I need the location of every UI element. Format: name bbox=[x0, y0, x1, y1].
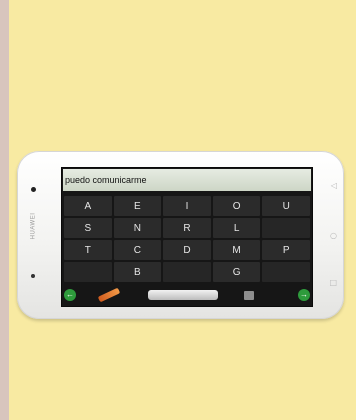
key-s[interactable]: S bbox=[64, 218, 112, 238]
forward-arrow-icon[interactable]: → bbox=[298, 289, 310, 301]
key-o[interactable]: O bbox=[212, 196, 261, 216]
save-icon[interactable] bbox=[244, 290, 254, 300]
proximity-sensor bbox=[31, 274, 35, 278]
key-empty[interactable] bbox=[64, 262, 112, 282]
phone-screen: puedo comunicarme A E I O U S N R L T C … bbox=[61, 167, 313, 307]
key-empty[interactable] bbox=[163, 262, 211, 282]
key-m[interactable]: M bbox=[212, 240, 261, 260]
key-b[interactable]: B bbox=[113, 262, 162, 282]
left-border-strip bbox=[0, 0, 9, 420]
key-r[interactable]: R bbox=[163, 218, 211, 238]
back-arrow-icon[interactable]: ← bbox=[64, 289, 76, 301]
key-d[interactable]: D bbox=[163, 240, 211, 260]
key-n[interactable]: N bbox=[113, 218, 162, 238]
phone-device: HUAWEI ◁ ○ □ puedo comunicarme A E I O U… bbox=[17, 151, 344, 319]
bottom-toolbar: ← → bbox=[64, 286, 310, 304]
letter-keyboard: A E I O U S N R L T C D M P B G bbox=[64, 196, 310, 282]
pencil-icon[interactable] bbox=[97, 287, 121, 303]
home-nav-icon[interactable]: ○ bbox=[330, 231, 337, 240]
key-i[interactable]: I bbox=[163, 196, 211, 216]
space-bar-button[interactable] bbox=[148, 290, 218, 300]
front-camera bbox=[31, 187, 36, 192]
key-t[interactable]: T bbox=[64, 240, 112, 260]
key-c[interactable]: C bbox=[113, 240, 162, 260]
key-p[interactable]: P bbox=[262, 240, 310, 260]
brand-logo: HUAWEI bbox=[30, 212, 37, 240]
key-g[interactable]: G bbox=[212, 262, 261, 282]
message-text-field[interactable]: puedo comunicarme bbox=[63, 169, 311, 191]
recents-nav-icon[interactable]: □ bbox=[329, 278, 337, 287]
key-e[interactable]: E bbox=[113, 196, 162, 216]
back-nav-icon[interactable]: ◁ bbox=[331, 181, 337, 190]
key-empty[interactable] bbox=[262, 218, 310, 238]
key-a[interactable]: A bbox=[64, 196, 112, 216]
key-empty[interactable] bbox=[262, 262, 310, 282]
key-u[interactable]: U bbox=[262, 196, 310, 216]
key-l[interactable]: L bbox=[212, 218, 261, 238]
